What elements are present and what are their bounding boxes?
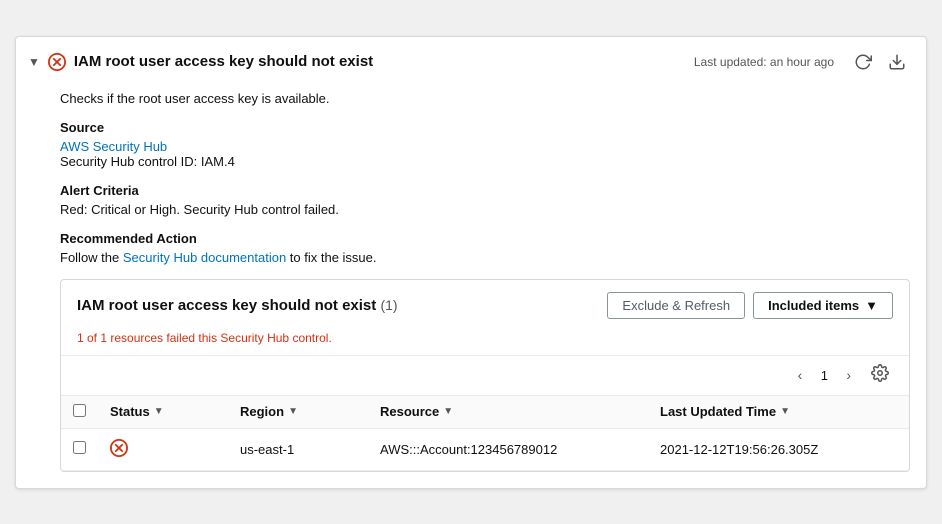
- gear-icon: [871, 364, 889, 382]
- resources-table: Status ▼ Region ▼ Resour: [61, 395, 909, 471]
- region-header[interactable]: Region ▼: [228, 395, 368, 428]
- row-resource-cell: AWS:::Account:123456789012: [368, 428, 648, 470]
- header-title: IAM root user access key should not exis…: [74, 53, 686, 70]
- pagination-row: ‹ 1 ›: [61, 355, 909, 395]
- row-checkbox[interactable]: [73, 441, 86, 454]
- status-sort-icon: ▼: [154, 406, 164, 417]
- body-section: Checks if the root user access key is av…: [16, 87, 926, 488]
- expand-collapse-icon[interactable]: ▼: [28, 55, 40, 69]
- resource-col-label: Resource: [380, 404, 439, 419]
- time-sort-icon: ▼: [780, 406, 790, 417]
- action-link[interactable]: Security Hub documentation: [123, 250, 286, 265]
- count-badge: (1): [380, 297, 397, 313]
- row-error-icon: [110, 439, 128, 457]
- table-header-row: Status ▼ Region ▼ Resour: [61, 395, 909, 428]
- source-label: Source: [60, 120, 910, 135]
- status-header[interactable]: Status ▼: [98, 395, 228, 428]
- action-prefix: Follow the: [60, 250, 123, 265]
- select-all-header: [61, 395, 98, 428]
- resource-header[interactable]: Resource ▼: [368, 395, 648, 428]
- select-all-checkbox[interactable]: [73, 404, 86, 417]
- exclude-refresh-button[interactable]: Exclude & Refresh: [607, 292, 745, 319]
- resource-sort-icon: ▼: [443, 406, 453, 417]
- description-text: Checks if the root user access key is av…: [60, 91, 910, 106]
- status-col-label: Status: [110, 404, 150, 419]
- source-link[interactable]: AWS Security Hub: [60, 139, 167, 154]
- header-row: ▼ IAM root user access key should not ex…: [16, 37, 926, 87]
- chevron-down-icon: ▼: [865, 298, 878, 313]
- source-section: Source AWS Security Hub Security Hub con…: [60, 120, 910, 169]
- last-updated-text: Last updated: an hour ago: [694, 55, 834, 69]
- action-suffix: to fix the issue.: [286, 250, 376, 265]
- inner-title-text: IAM root user access key should not exis…: [77, 297, 376, 314]
- alert-label: Alert Criteria: [60, 183, 910, 198]
- refresh-button[interactable]: [850, 51, 876, 73]
- main-card: ▼ IAM root user access key should not ex…: [15, 36, 927, 489]
- row-time-cell: 2021-12-12T19:56:26.305Z: [648, 428, 909, 470]
- alert-section: Alert Criteria Red: Critical or High. Se…: [60, 183, 910, 217]
- inner-card: IAM root user access key should not exis…: [60, 279, 910, 472]
- error-status-icon: [48, 53, 66, 71]
- inner-card-header: IAM root user access key should not exis…: [61, 280, 909, 331]
- next-page-button[interactable]: ›: [840, 365, 857, 385]
- time-header[interactable]: Last Updated Time ▼: [648, 395, 909, 428]
- page-number: 1: [814, 368, 834, 383]
- inner-card-title: IAM root user access key should not exis…: [77, 297, 599, 314]
- included-btn-label: Included items: [768, 298, 859, 313]
- row-status-cell: [98, 428, 228, 470]
- alert-text: Red: Critical or High. Security Hub cont…: [60, 202, 339, 217]
- time-col-label: Last Updated Time: [660, 404, 776, 419]
- prev-page-button[interactable]: ‹: [792, 365, 809, 385]
- included-items-button[interactable]: Included items ▼: [753, 292, 893, 319]
- download-button[interactable]: [884, 51, 910, 73]
- refresh-icon: [854, 53, 872, 71]
- row-checkbox-cell: [61, 428, 98, 470]
- table-row: us-east-1 AWS:::Account:123456789012 202…: [61, 428, 909, 470]
- region-sort-icon: ▼: [288, 406, 298, 417]
- settings-button[interactable]: [867, 362, 893, 389]
- source-control-id: Security Hub control ID: IAM.4: [60, 154, 235, 169]
- action-label: Recommended Action: [60, 231, 910, 246]
- row-region-cell: us-east-1: [228, 428, 368, 470]
- action-section: Recommended Action Follow the Security H…: [60, 231, 910, 265]
- region-col-label: Region: [240, 404, 284, 419]
- download-icon: [888, 53, 906, 71]
- sub-info-text: 1 of 1 resources failed this Security Hu…: [61, 331, 909, 355]
